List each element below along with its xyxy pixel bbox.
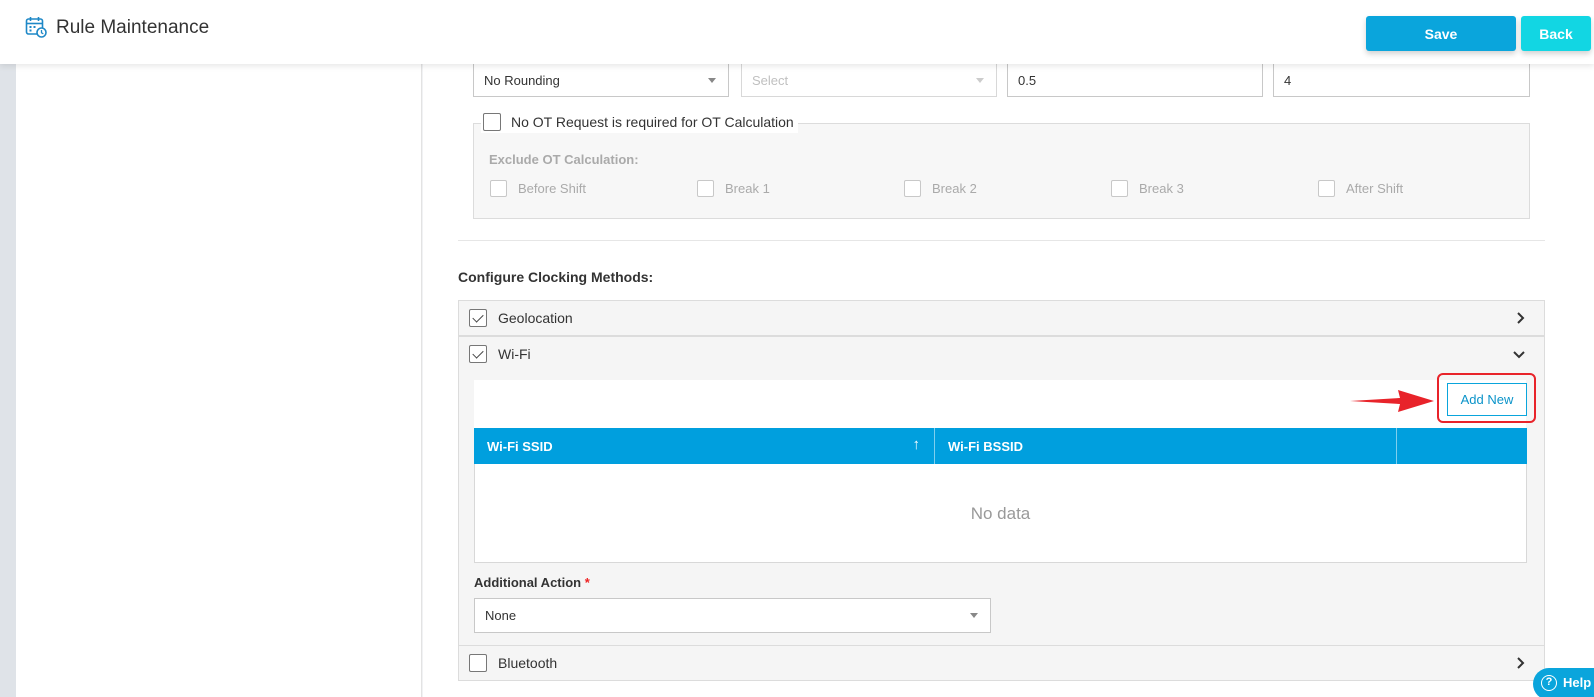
- red-arrow-icon: [1350, 390, 1434, 412]
- no-data-message: No data: [970, 504, 1031, 523]
- chevron-right-icon[interactable]: [1516, 311, 1526, 325]
- save-button[interactable]: Save: [1366, 16, 1516, 51]
- break-1-label: Break 1: [725, 181, 770, 196]
- exclude-after-shift[interactable]: After Shift: [1318, 180, 1403, 197]
- ot-request-fieldset: [473, 123, 1530, 219]
- additional-action-value: None: [485, 608, 517, 623]
- no-ot-request-option[interactable]: No OT Request is required for OT Calcula…: [481, 111, 798, 133]
- exclude-break-1[interactable]: Break 1: [697, 180, 770, 197]
- wifi-checkbox[interactable]: [469, 345, 487, 363]
- rounding-select[interactable]: No Rounding: [473, 63, 729, 97]
- wifi-grid-header: Wi-Fi SSID ↑ Wi-Fi BSSID: [474, 428, 1527, 464]
- chevron-down-icon[interactable]: [1512, 350, 1526, 360]
- exclude-ot-title: Exclude OT Calculation:: [489, 152, 639, 167]
- section-divider: [458, 240, 1545, 241]
- calendar-clock-icon: [25, 17, 47, 38]
- header-bar: Rule Maintenance Save Back: [0, 0, 1594, 64]
- bluetooth-checkbox[interactable]: [469, 654, 487, 672]
- left-rail: [0, 0, 16, 697]
- back-button[interactable]: Back: [1521, 16, 1591, 51]
- help-icon: ?: [1541, 675, 1557, 691]
- left-panel: [16, 0, 422, 697]
- ot-value-input-1[interactable]: 0.5: [1007, 63, 1263, 97]
- column-header-ssid[interactable]: Wi-Fi SSID ↑: [474, 428, 935, 464]
- bluetooth-label: Bluetooth: [498, 655, 558, 671]
- additional-action-text: Additional Action: [474, 575, 582, 590]
- break-2-checkbox[interactable]: [904, 180, 921, 197]
- chevron-down-icon: [708, 78, 716, 83]
- additional-action-select[interactable]: None: [474, 598, 991, 633]
- ot-value-1: 0.5: [1018, 73, 1037, 88]
- required-marker: *: [584, 575, 590, 590]
- wifi-grid-body: No data: [474, 464, 1527, 563]
- accordion-wifi[interactable]: Wi-Fi: [458, 336, 1545, 372]
- page-title: Rule Maintenance: [56, 17, 210, 38]
- column-header-bssid-label: Wi-Fi BSSID: [948, 439, 1023, 454]
- geolocation-label: Geolocation: [498, 310, 573, 326]
- before-shift-label: Before Shift: [518, 181, 586, 196]
- accordion-geolocation[interactable]: Geolocation: [458, 300, 1545, 336]
- break-3-checkbox[interactable]: [1111, 180, 1128, 197]
- ot-value-input-2[interactable]: 4: [1273, 63, 1530, 97]
- chevron-right-icon[interactable]: [1516, 656, 1526, 670]
- no-ot-request-checkbox[interactable]: [483, 113, 501, 131]
- exclude-break-3[interactable]: Break 3: [1111, 180, 1184, 197]
- chevron-down-icon: [976, 78, 984, 83]
- add-new-button[interactable]: Add New: [1447, 383, 1527, 416]
- help-button[interactable]: ? Help: [1533, 668, 1594, 697]
- after-shift-label: After Shift: [1346, 181, 1404, 196]
- sort-ascending-icon[interactable]: ↑: [913, 436, 921, 453]
- exclude-before-shift[interactable]: Before Shift: [490, 180, 586, 197]
- after-shift-checkbox[interactable]: [1318, 180, 1335, 197]
- geolocation-checkbox[interactable]: [469, 309, 487, 327]
- break-3-label: Break 3: [1139, 181, 1184, 196]
- column-header-bssid[interactable]: Wi-Fi BSSID: [935, 428, 1397, 464]
- no-ot-request-label: No OT Request is required for OT Calcula…: [511, 114, 794, 130]
- break-2-label: Break 2: [932, 181, 977, 196]
- ot-value-2: 4: [1284, 73, 1292, 88]
- accordion-bluetooth[interactable]: Bluetooth: [458, 645, 1545, 681]
- column-header-actions: [1397, 428, 1527, 464]
- break-1-checkbox[interactable]: [697, 180, 714, 197]
- before-shift-checkbox[interactable]: [490, 180, 507, 197]
- help-label: Help: [1563, 675, 1592, 690]
- column-header-ssid-label: Wi-Fi SSID: [487, 439, 553, 454]
- rounding-select-value: No Rounding: [484, 73, 560, 88]
- additional-action-label: Additional Action *: [474, 575, 590, 590]
- wifi-label: Wi-Fi: [498, 346, 531, 362]
- clocking-methods-title: Configure Clocking Methods:: [458, 269, 654, 285]
- exclude-break-2[interactable]: Break 2: [904, 180, 977, 197]
- chevron-down-icon: [970, 613, 978, 618]
- disabled-select-placeholder: Select: [752, 73, 789, 88]
- disabled-select: Select: [741, 63, 997, 97]
